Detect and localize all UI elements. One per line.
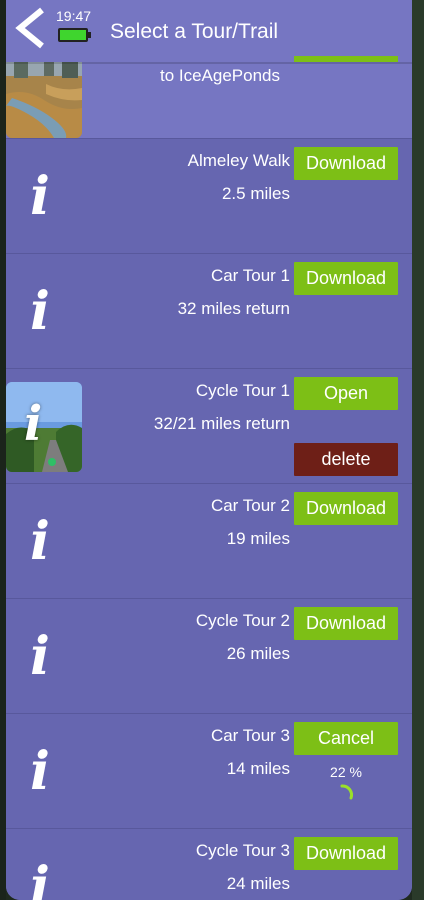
open-button[interactable]: Open (294, 377, 398, 410)
download-button[interactable]: Download (294, 492, 398, 525)
tour-name: Cycle Tour 2 (195, 611, 290, 630)
list-item[interactable]: i Almeley Walk 2.5 miles Download (6, 139, 412, 254)
info-icon[interactable]: i (18, 165, 62, 229)
page-title: Select a Tour/Trail (110, 20, 279, 43)
info-icon[interactable]: i (18, 510, 62, 574)
tour-distance: 26 miles (226, 644, 290, 663)
list-item-partial[interactable]: to IceAgePonds (6, 48, 412, 139)
tour-distance: 19 miles (226, 529, 290, 548)
tour-distance: 32/21 miles return (153, 414, 290, 433)
back-button[interactable] (8, 6, 52, 50)
tour-name: Car Tour 1 (210, 266, 290, 285)
tour-name: Car Tour 3 (210, 726, 290, 745)
info-icon[interactable]: i (18, 625, 62, 689)
status-time: 19:47 (56, 8, 92, 24)
tour-distance: 32 miles return (177, 299, 290, 318)
chevron-left-icon (15, 7, 44, 49)
tour-distance: 24 miles (226, 874, 290, 893)
list-item[interactable]: i Car Tour 3 14 miles Cancel 22 % (6, 714, 412, 829)
tour-distance: 14 miles (226, 759, 290, 778)
header-bar: 19:47 Select a Tour/Trail (6, 0, 412, 62)
list-item[interactable]: i Cycle Tour 2 26 miles Download (6, 599, 412, 714)
list-item[interactable]: i Car Tour 2 19 miles Download (6, 484, 412, 599)
delete-button[interactable]: delete (294, 443, 398, 476)
download-button[interactable]: Download (294, 147, 398, 180)
download-button[interactable]: Download (294, 262, 398, 295)
scrolled-button-edge (294, 56, 398, 62)
info-icon[interactable]: i (18, 280, 62, 344)
info-icon: i (24, 396, 43, 452)
cancel-button[interactable]: Cancel (294, 722, 398, 755)
device-frame: 19:47 Select a Tour/Trail to IceAgePonds… (0, 0, 424, 900)
info-icon[interactable]: i (18, 855, 62, 900)
tour-name: Car Tour 2 (210, 496, 290, 515)
list-item[interactable]: i Car Tour 1 32 miles return Download (6, 254, 412, 369)
loading-spinner-icon (340, 784, 353, 800)
tour-distance: 2.5 miles (221, 184, 290, 203)
download-progress-label: 22 % (330, 764, 362, 780)
info-icon[interactable]: i (18, 740, 62, 804)
list-item[interactable]: i Cycle Tour 1 32/21 miles return Open d… (6, 369, 412, 484)
tour-name: Almeley Walk (187, 151, 290, 170)
partial-item-subtitle: to IceAgePonds (159, 66, 280, 85)
tour-name: Cycle Tour 3 (195, 841, 290, 860)
list-item[interactable]: i Cycle Tour 3 24 miles Download (6, 829, 412, 900)
tour-name: Cycle Tour 1 (195, 381, 290, 400)
download-button[interactable]: Download (294, 837, 398, 870)
cycle-tour-thumbnail[interactable]: i (6, 382, 82, 472)
app-screen: 19:47 Select a Tour/Trail to IceAgePonds… (6, 0, 412, 900)
download-button[interactable]: Download (294, 607, 398, 640)
battery-icon (58, 28, 91, 42)
